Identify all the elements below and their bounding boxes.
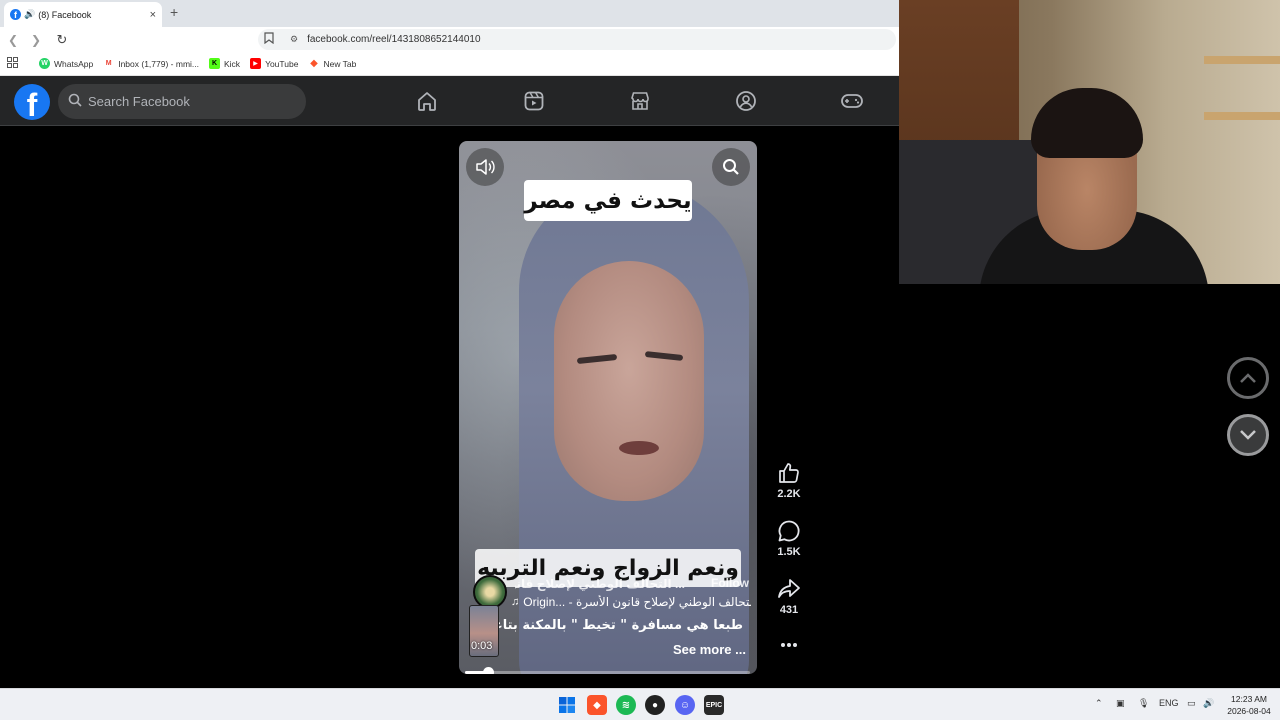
bookmark-label: New Tab [323, 58, 357, 69]
chevron-down-icon [1240, 430, 1256, 440]
like-count: 2.2K [777, 488, 801, 500]
speaker-icon: 🔊 [24, 9, 36, 19]
facebook-favicon-icon: f [10, 9, 21, 20]
nav-gaming-icon[interactable] [838, 87, 866, 115]
tab-title: (8) Facebook [38, 9, 92, 20]
youtube-icon: ▶ [250, 58, 262, 69]
video-caption-top: يحدث في مصر [524, 180, 692, 221]
windows-start-icon[interactable] [557, 695, 577, 715]
bookmark-whatsapp[interactable]: W WhatsApp [39, 58, 93, 69]
forward-icon[interactable]: ❯ [26, 33, 46, 47]
share-icon [778, 579, 800, 598]
bookmark-label: Kick [224, 58, 241, 69]
facebook-logo[interactable]: f [14, 84, 50, 120]
follow-button[interactable]: Follow [711, 576, 749, 590]
bookmark-label: Inbox (1,779) - mmi... [118, 58, 199, 69]
nav-marketplace-icon[interactable] [626, 87, 654, 115]
bookmark-youtube[interactable]: ▶ YouTube [250, 58, 298, 69]
music-note-icon: ♫ [511, 596, 520, 608]
clock-date: 2026-08-04 [1227, 706, 1271, 716]
bookmark-label: WhatsApp [54, 58, 94, 69]
audio-title: Origin... - التحالف الوطني لإصلاح قانون … [523, 595, 751, 609]
progress-handle[interactable] [482, 667, 494, 674]
webcam-overlay [899, 0, 1280, 284]
url-text[interactable]: facebook.com/reel/1431808652144010 [307, 34, 480, 45]
whatsapp-icon: W [39, 58, 50, 69]
tab-facebook[interactable]: f 🔊 (8) Facebook × [4, 2, 162, 27]
webcam-detail [1204, 56, 1280, 64]
bookmark-icon[interactable] [264, 32, 278, 47]
bookmark-label: YouTube [265, 58, 299, 69]
comment-icon [778, 520, 800, 542]
tab-close-icon[interactable]: × [150, 9, 156, 21]
audio-row[interactable]: ♫ Origin... - التحالف الوطني لإصلاح قانو… [511, 595, 751, 609]
share-count: 431 [779, 604, 799, 616]
brave-icon: ◆ [310, 58, 318, 69]
obs-taskbar-icon[interactable]: ● [645, 695, 665, 715]
see-more-link[interactable]: See more ... [673, 642, 746, 657]
reel-description: طبعا هي مسافرة " تخيط " بالمكنة بتاعتها [499, 618, 743, 633]
mute-button[interactable] [466, 148, 504, 186]
chevron-up-icon [1240, 373, 1256, 383]
progress-bar[interactable] [465, 667, 750, 674]
tray-app-icon[interactable]: ▣ [1116, 698, 1125, 709]
tray-overflow-icon[interactable]: ⌃ [1095, 698, 1103, 709]
address-bar[interactable]: ⚙ facebook.com/reel/1431808652144010 [258, 29, 896, 50]
microphone-icon[interactable]: 🎙 [1138, 698, 1149, 709]
search-box[interactable] [58, 84, 306, 119]
nav-reels-icon[interactable] [520, 87, 548, 115]
tab-strip: f 🔊 (8) Facebook × + [0, 0, 899, 27]
system-clock[interactable]: 12:23 AM 2026-08-04 [1222, 693, 1276, 717]
speaker-icon [476, 159, 495, 175]
reload-icon[interactable]: ↻ [52, 32, 72, 48]
thumbs-up-icon [779, 463, 799, 483]
reel-meta: ... التحالف الوطني لإصلاح قانون الأسرة F… [459, 571, 757, 674]
brave-taskbar-icon[interactable]: ◆ [587, 695, 607, 715]
share-button[interactable]: 431 [772, 577, 806, 616]
comment-count: 1.5K [777, 546, 801, 558]
more-options-button[interactable] [772, 639, 806, 651]
video-face [554, 261, 704, 501]
taskbar: ◆ ≋ ● ☺ EPIC ⌃ ▣ 🎙 ENG ▭ 🔊 12:23 AM 2026… [0, 688, 1280, 720]
bookmark-new-tab[interactable]: ◆ New Tab [308, 58, 356, 69]
like-button[interactable]: 2.2K [772, 461, 806, 500]
gmail-icon: M [103, 58, 115, 69]
apps-grid-icon[interactable] [7, 56, 29, 71]
bookmark-gmail[interactable]: M Inbox (1,779) - mmi... [103, 58, 199, 69]
volume-icon[interactable]: 🔊 [1203, 698, 1214, 709]
search-icon [68, 93, 82, 110]
bookmarks-bar: W WhatsApp M Inbox (1,779) - mmi... K Ki… [0, 52, 899, 76]
reel-video[interactable]: يحدث في مصر ونعم الزواج ونعم التربيه ...… [459, 141, 757, 674]
page-name[interactable]: ... التحالف الوطني لإصلاح قانون الأسرة [515, 577, 685, 591]
previous-reel-button[interactable] [1227, 357, 1269, 399]
facebook-header: f [0, 76, 899, 126]
search-icon [723, 159, 739, 175]
browser-window: f 🔊 (8) Facebook × + ❮ ❯ ↻ ⚙ facebook.co… [0, 0, 899, 688]
comment-button[interactable]: 1.5K [772, 519, 806, 558]
webcam-detail [1204, 112, 1280, 120]
site-info-icon[interactable]: ⚙ [290, 34, 298, 45]
next-reel-button[interactable] [1227, 414, 1269, 456]
preview-time: 0:03 [471, 640, 493, 652]
nav-groups-icon[interactable] [732, 87, 760, 115]
screen: f 🔊 (8) Facebook × + ❮ ❯ ↻ ⚙ facebook.co… [0, 0, 1280, 720]
discord-taskbar-icon[interactable]: ☺ [675, 695, 695, 715]
more-dots-icon [781, 643, 797, 647]
nav-home-icon[interactable] [413, 87, 441, 115]
kick-icon: K [209, 58, 220, 69]
bookmark-kick[interactable]: K Kick [209, 58, 240, 69]
back-icon[interactable]: ❮ [3, 33, 23, 47]
epic-games-taskbar-icon[interactable]: EPIC [704, 695, 724, 715]
video-detail [619, 441, 659, 455]
page-avatar[interactable] [473, 575, 507, 609]
language-indicator[interactable]: ENG [1159, 698, 1179, 708]
clock-time: 12:23 AM [1231, 694, 1267, 704]
search-input[interactable] [88, 94, 278, 109]
network-icon[interactable]: ▭ [1187, 698, 1196, 709]
new-tab-button[interactable]: + [170, 4, 178, 20]
spotify-taskbar-icon[interactable]: ≋ [616, 695, 636, 715]
browser-toolbar: ❮ ❯ ↻ ⚙ facebook.com/reel/14318086521440… [0, 27, 899, 52]
reel-search-button[interactable] [712, 148, 750, 186]
